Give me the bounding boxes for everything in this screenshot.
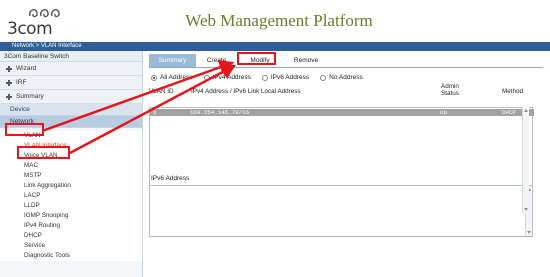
radio-label: IPv6 Address <box>270 74 310 81</box>
highlight-vlan-interface <box>17 146 70 159</box>
main-panel: Summary Create Modify Remove All Address… <box>145 51 550 277</box>
sidebar-item-lacp[interactable]: LACP <box>0 191 142 201</box>
radio-all-address[interactable]: All Address <box>151 74 193 81</box>
ipv6-address-label: IPv6 Address <box>151 175 190 182</box>
tab-create[interactable]: Create <box>196 54 237 67</box>
sidebar-item-service[interactable]: Service <box>0 241 142 251</box>
device-title: 3Com Baseline Switch <box>0 51 142 62</box>
sidebar-group-wizard[interactable]: Wizard <box>0 62 142 76</box>
radio-label: All Address <box>160 74 193 81</box>
sidebar-item-diagnostic-tools[interactable]: Diagnostic Tools <box>0 251 142 261</box>
col-address: IPv4 Address / IPv6 Link Local Address <box>191 88 301 95</box>
scroll-up-icon[interactable] <box>524 109 528 112</box>
radio-selected-icon <box>151 74 157 81</box>
cell-address: 169.254.145.79/16 <box>190 109 250 116</box>
sidebar-section-device[interactable]: Device <box>0 104 142 116</box>
radio-label: No Address <box>329 74 363 81</box>
sidebar-item-dhcp[interactable]: DHCP <box>0 231 142 241</box>
radio-icon <box>261 74 268 81</box>
cell-admin-status: Up <box>440 109 447 116</box>
radio-icon <box>203 74 210 81</box>
col-admin-status: Admin Status <box>441 83 459 97</box>
radio-icon <box>320 74 327 81</box>
scroll-down-icon[interactable] <box>524 208 528 211</box>
sidebar-group-label: Wizard <box>16 64 37 72</box>
expand-icon <box>6 93 12 100</box>
radio-ipv4-address[interactable]: IPv4 Address <box>203 74 251 81</box>
sidebar-item-ipv4-routing[interactable]: IPv4 Routing <box>0 221 142 231</box>
address-filter: All Address IPv4 Address IPv6 Address No… <box>151 74 374 81</box>
radio-no-address[interactable]: No Address <box>320 74 363 81</box>
scroll-down-icon[interactable] <box>527 231 531 234</box>
page-title: Web Management Platform <box>185 11 373 30</box>
tab-divider <box>149 67 543 68</box>
cell-vlan-id: 1 <box>153 109 157 116</box>
sidebar-item-mac[interactable]: MAC <box>0 161 142 171</box>
sidebar-group-summary[interactable]: Summary <box>0 90 142 104</box>
sidebar-item-mstp[interactable]: MSTP <box>0 171 142 181</box>
sidebar-group-irf[interactable]: IRF <box>0 76 142 90</box>
table-row[interactable]: 1 169.254.145.79/16 Up DHCP <box>150 109 534 116</box>
highlight-network-section <box>5 123 44 136</box>
scrollbar[interactable] <box>522 107 529 213</box>
sidebar-item-link-aggregation[interactable]: Link Aggregation <box>0 181 142 191</box>
sidebar-group-label: Summary <box>16 92 44 100</box>
breadcrumb: Network > VLAN Interface <box>0 42 550 51</box>
col-method: Method <box>502 88 524 95</box>
expand-icon <box>6 65 12 72</box>
expand-icon <box>6 79 12 86</box>
cell-method: DHCP <box>502 109 516 116</box>
radio-ipv6-address[interactable]: IPv6 Address <box>261 74 310 81</box>
table-header: VLAN ID IPv4 Address / IPv6 Link Local A… <box>149 83 523 105</box>
tab-summary[interactable]: Summary <box>149 54 196 67</box>
radio-label: IPv4 Address <box>212 74 251 81</box>
sidebar-group-label: IRF <box>16 78 27 86</box>
highlight-modify-tab <box>237 52 276 65</box>
tab-remove[interactable]: Remove <box>283 54 329 67</box>
sidebar-item-igmp-snooping[interactable]: IGMP Snooping <box>0 211 142 221</box>
table-scrollbar[interactable] <box>522 107 529 213</box>
ipv6-address-list[interactable] <box>149 185 533 237</box>
sidebar-item-lldp[interactable]: LLDP <box>0 201 142 211</box>
sidebar: 3Com Baseline Switch Wizard IRF Summary … <box>0 51 143 277</box>
col-vlan-id: VLAN ID <box>149 88 174 95</box>
